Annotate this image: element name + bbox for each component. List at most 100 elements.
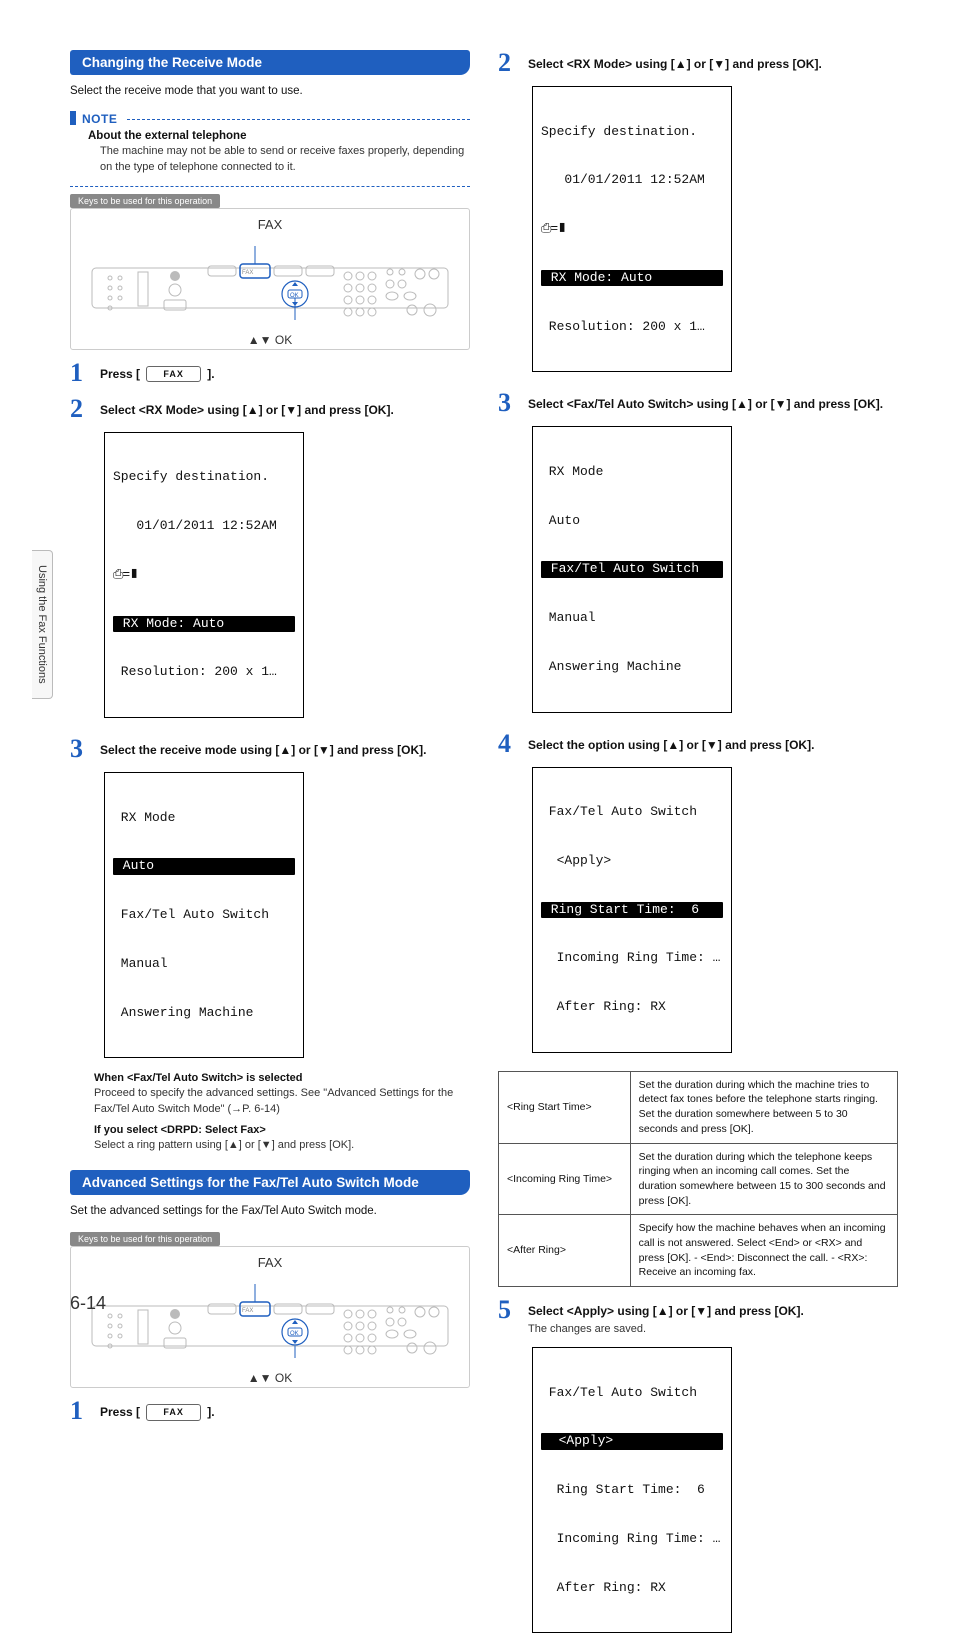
s2-step3: 3 Select <Fax/Tel Auto Switch> using [▲]… — [498, 390, 898, 416]
lcd-line: Manual — [541, 610, 723, 626]
lcd-line: Auto — [541, 513, 723, 529]
step-number: 2 — [498, 50, 518, 76]
drpd-body: Select a ring pattern using [▲] or [▼] a… — [94, 1138, 470, 1154]
svg-text:FAX: FAX — [242, 270, 253, 276]
s1-step2: 2 Select <RX Mode> using [▲] or [▼] and … — [70, 396, 470, 422]
opt-key: <Incoming Ring Time> — [499, 1143, 631, 1215]
opt-val: Set the duration during which the machin… — [630, 1071, 897, 1143]
s1-step3: 3 Select the receive mode using [▲] or [… — [70, 736, 470, 762]
step-text: Select <Fax/Tel Auto Switch> using [▲] o… — [528, 390, 883, 413]
keys-caption-2: Keys to be used for this operation — [70, 1232, 220, 1246]
lcd-line-inverted: Fax/Tel Auto Switch — [541, 561, 723, 577]
press-label-a: Press [ — [100, 1405, 140, 1419]
fax-key-button: FAX — [146, 1404, 201, 1421]
step-text: Select the option using [▲] or [▼] and p… — [528, 731, 814, 754]
svg-text:OK: OK — [290, 293, 299, 299]
lcd-line: Ring Start Time: 6 — [541, 1482, 723, 1498]
panel-illustration-1: FAX FAX — [70, 208, 470, 350]
note-block: NOTE About the external telephone The ma… — [70, 111, 470, 176]
lcd-line-inverted: RX Mode: Auto — [541, 270, 723, 286]
lcd-line: RX Mode — [113, 810, 295, 826]
lcd-line: Answering Machine — [541, 659, 723, 675]
s2-step2: 2 Select <RX Mode> using [▲] or [▼] and … — [498, 50, 898, 76]
lcd-line: Fax/Tel Auto Switch — [113, 907, 295, 923]
step-number: 1 — [70, 360, 90, 386]
opt-key: <After Ring> — [499, 1215, 631, 1287]
dashed-separator — [70, 186, 470, 187]
fax-key-button: FAX — [146, 366, 201, 383]
note-dash — [127, 119, 470, 120]
book-icon — [541, 221, 723, 237]
s2-step4: 4 Select the option using [▲] or [▼] and… — [498, 731, 898, 757]
control-panel-svg-2: FAX OK — [81, 1276, 459, 1366]
lcd-line: Resolution: 200 x 1… — [113, 664, 295, 680]
press-label-b: ]. — [207, 1405, 214, 1419]
lcd-line: 01/01/2011 12:52AM — [541, 172, 723, 188]
s1-step1: 1 Press [ FAX ]. — [70, 360, 470, 386]
opt-key: <Ring Start Time> — [499, 1071, 631, 1143]
step-number: 4 — [498, 731, 518, 757]
lcd-line: Resolution: 200 x 1… — [541, 319, 723, 335]
lcd-line: Fax/Tel Auto Switch — [541, 804, 723, 820]
panel-illustration-2: FAX FAX — [70, 1246, 470, 1388]
step-number: 2 — [70, 396, 90, 422]
opt-val: Specify how the machine behaves when an … — [630, 1215, 897, 1287]
page-number: 6-14 — [70, 1293, 106, 1314]
lcd-specify-dest-2: Specify destination. 01/01/2011 12:52AM … — [532, 86, 732, 372]
step-text: Select <Apply> using [▲] or [▼] and pres… — [528, 1297, 804, 1337]
lcd-line-inverted: Ring Start Time: 6 — [541, 902, 723, 918]
svg-text:OK: OK — [290, 1331, 299, 1337]
step-text: Press [ FAX ]. — [100, 360, 215, 383]
when-body: Proceed to specify the advanced settings… — [94, 1086, 470, 1118]
table-row: <After Ring> Specify how the machine beh… — [499, 1215, 898, 1287]
lcd-line: RX Mode — [541, 464, 723, 480]
s2-step1: 1 Press [ FAX ]. — [70, 1398, 470, 1424]
intro-receive-mode: Select the receive mode that you want to… — [70, 85, 470, 97]
lcd-line: Incoming Ring Time: … — [541, 950, 723, 966]
lcd-faxtel-1: Fax/Tel Auto Switch <Apply> Ring Start T… — [532, 767, 732, 1053]
lcd-line: Specify destination. — [541, 124, 723, 140]
panel-title-1: FAX — [81, 217, 459, 232]
keys-caption-1: Keys to be used for this operation — [70, 194, 220, 208]
lcd-specify-dest-1: Specify destination. 01/01/2011 12:52AM … — [104, 432, 304, 718]
step-text: Select the receive mode using [▲] or [▼]… — [100, 736, 427, 759]
lcd-line: Specify destination. — [113, 469, 295, 485]
right-column: 2 Select <RX Mode> using [▲] or [▼] and … — [498, 50, 898, 1310]
control-panel-svg-1: FAX OK — [81, 238, 459, 328]
heading-advanced: Advanced Settings for the Fax/Tel Auto S… — [70, 1170, 470, 1195]
step-text: Select <RX Mode> using [▲] or [▼] and pr… — [100, 396, 394, 419]
note-subtitle: About the external telephone — [88, 130, 470, 142]
lcd-line-inverted: RX Mode: Auto — [113, 616, 295, 632]
lcd-line: Answering Machine — [113, 1005, 295, 1021]
book-icon — [113, 567, 295, 583]
lcd-line: Fax/Tel Auto Switch — [541, 1385, 723, 1401]
lcd-line: Incoming Ring Time: … — [541, 1531, 723, 1547]
intro-advanced: Set the advanced settings for the Fax/Te… — [70, 1205, 470, 1217]
lcd-line: Manual — [113, 956, 295, 972]
s2-step5: 5 Select <Apply> using [▲] or [▼] and pr… — [498, 1297, 898, 1337]
panel-title-2: FAX — [81, 1255, 459, 1270]
when-title: When <Fax/Tel Auto Switch> is selected — [94, 1072, 470, 1084]
press-label-b: ]. — [207, 367, 214, 381]
lcd-line-inverted: <Apply> — [541, 1433, 723, 1449]
step-number: 3 — [70, 736, 90, 762]
options-table: <Ring Start Time> Set the duration durin… — [498, 1071, 898, 1287]
step5-main: Select <Apply> using [▲] or [▼] and pres… — [528, 1304, 804, 1318]
press-label-a: Press [ — [100, 367, 140, 381]
step5-sub: The changes are saved. — [528, 1322, 804, 1337]
step-text: Press [ FAX ]. — [100, 1398, 215, 1421]
lcd-rx-mode-2: RX Mode Auto Fax/Tel Auto Switch Manual … — [532, 426, 732, 712]
lcd-line: 01/01/2011 12:52AM — [113, 518, 295, 534]
step-number: 3 — [498, 390, 518, 416]
opt-val: Set the duration during which the teleph… — [630, 1143, 897, 1215]
panel-footer-2: ▲▼ OK — [81, 1371, 459, 1385]
lcd-line: After Ring: RX — [541, 999, 723, 1015]
note-body: The machine may not be able to send or r… — [100, 144, 470, 176]
step-text: Select <RX Mode> using [▲] or [▼] and pr… — [528, 50, 822, 73]
heading-receive-mode: Changing the Receive Mode — [70, 50, 470, 75]
lcd-rx-mode-1: RX Mode Auto Fax/Tel Auto Switch Manual … — [104, 772, 304, 1058]
lcd-line: After Ring: RX — [541, 1580, 723, 1596]
left-column: Changing the Receive Mode Select the rec… — [70, 50, 470, 1310]
drpd-title: If you select <DRPD: Select Fax> — [94, 1124, 470, 1136]
table-row: <Ring Start Time> Set the duration durin… — [499, 1071, 898, 1143]
